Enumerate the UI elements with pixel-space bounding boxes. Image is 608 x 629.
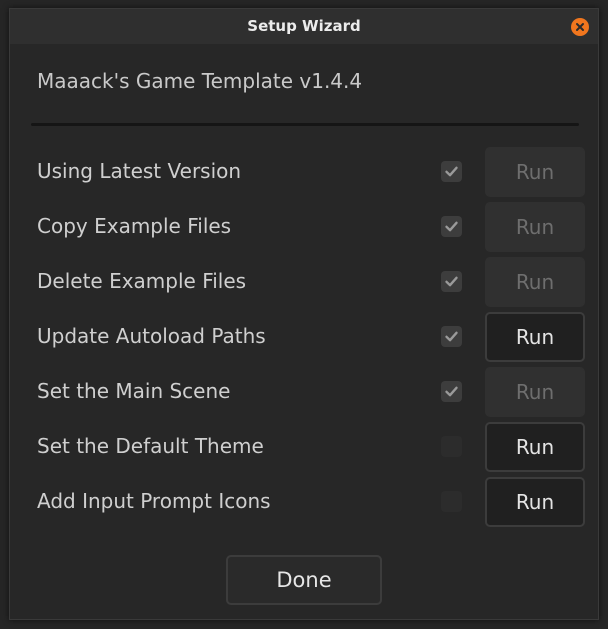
checkmark-icon bbox=[445, 276, 458, 287]
step-row: Copy Example Files Run bbox=[10, 202, 598, 252]
step-row: Update Autoload Paths Run bbox=[10, 312, 598, 362]
run-button[interactable]: Run bbox=[485, 367, 585, 417]
step-label: Set the Main Scene bbox=[37, 379, 231, 403]
run-button[interactable]: Run bbox=[485, 312, 585, 362]
run-button[interactable]: Run bbox=[485, 202, 585, 252]
close-button[interactable] bbox=[571, 18, 589, 36]
step-label: Set the Default Theme bbox=[37, 434, 264, 458]
step-complete-checkbox bbox=[441, 436, 462, 457]
step-complete-checkbox bbox=[441, 326, 462, 347]
step-label: Using Latest Version bbox=[37, 159, 242, 183]
step-label: Update Autoload Paths bbox=[37, 324, 266, 348]
step-row: Set the Default Theme Run bbox=[10, 422, 598, 472]
step-label: Delete Example Files bbox=[37, 269, 247, 293]
checkmark-icon bbox=[445, 166, 458, 177]
setup-wizard-window: Setup Wizard Maaack's Game Template v1.4… bbox=[9, 8, 599, 620]
step-row: Using Latest Version Run bbox=[10, 147, 598, 197]
run-button[interactable]: Run bbox=[485, 422, 585, 472]
step-row: Delete Example Files Run bbox=[10, 257, 598, 307]
run-button[interactable]: Run bbox=[485, 477, 585, 527]
step-complete-checkbox bbox=[441, 161, 462, 182]
step-complete-checkbox bbox=[441, 491, 462, 512]
window-title: Setup Wizard bbox=[247, 17, 361, 35]
step-complete-checkbox bbox=[441, 216, 462, 237]
run-button[interactable]: Run bbox=[485, 147, 585, 197]
checkmark-icon bbox=[445, 331, 458, 342]
step-row: Add Input Prompt Icons Run bbox=[10, 477, 598, 527]
step-label: Copy Example Files bbox=[37, 214, 232, 238]
checkmark-icon bbox=[445, 386, 458, 397]
run-button[interactable]: Run bbox=[485, 257, 585, 307]
done-button[interactable]: Done bbox=[226, 555, 382, 605]
step-row: Set the Main Scene Run bbox=[10, 367, 598, 417]
step-label: Add Input Prompt Icons bbox=[37, 489, 271, 513]
header-separator bbox=[31, 123, 579, 126]
app-name-label: Maaack's Game Template v1.4.4 bbox=[37, 69, 363, 93]
checkmark-icon bbox=[445, 221, 458, 232]
title-bar[interactable]: Setup Wizard bbox=[10, 9, 598, 44]
close-icon bbox=[576, 23, 584, 31]
step-complete-checkbox bbox=[441, 271, 462, 292]
step-complete-checkbox bbox=[441, 381, 462, 402]
